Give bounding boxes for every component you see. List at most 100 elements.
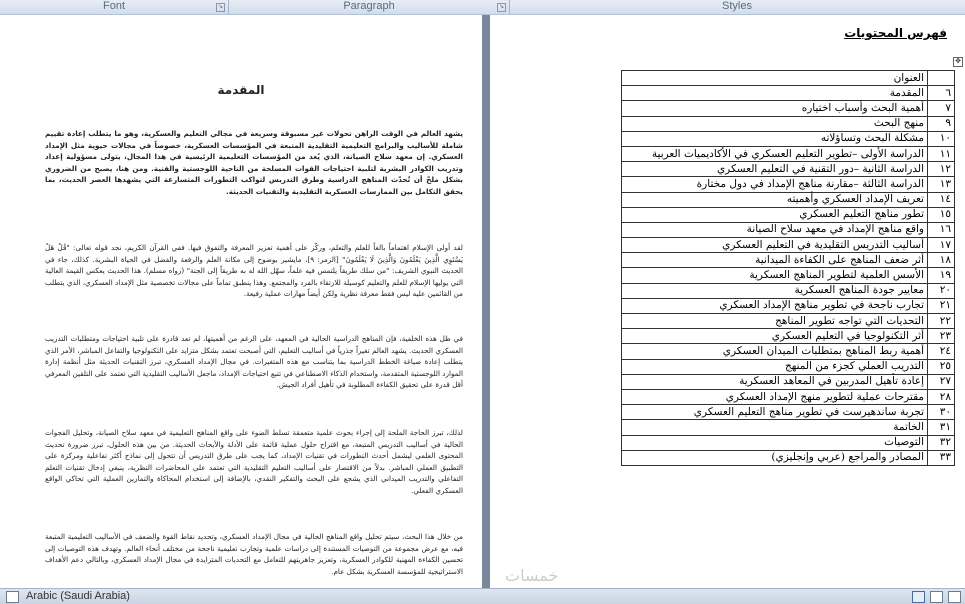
toc-row[interactable]: ١٥ تطور مناهج التعليم العسكري bbox=[621, 206, 955, 223]
toc-page-number: ٣١ bbox=[927, 419, 955, 436]
toc-entry-title: الدراسة الثانية –دور التقنية في التعليم … bbox=[621, 161, 928, 178]
toc-row[interactable]: ٦ المقدمة bbox=[621, 85, 955, 102]
toc-table[interactable]: العنوان ٦ المقدمة ٧ أهمية البحث وأسباب اختيا… bbox=[621, 69, 955, 466]
toc-page-number: ١٥ bbox=[927, 206, 955, 223]
toc-entry-title: التحديات التي تواجه تطوير المناهج bbox=[621, 312, 928, 330]
toc-entry-title: تجربة ساندهيرست في تطوير مناهج التعليم ا… bbox=[621, 404, 928, 421]
toc-entry-title: معايير جودة المناهج العسكرية bbox=[621, 282, 928, 299]
page-gutter bbox=[482, 15, 490, 588]
ribbon-group-styles-label: Styles bbox=[722, 0, 752, 12]
toc-entry-title: تطور مناهج التعليم العسكري bbox=[621, 206, 928, 223]
ribbon-group-font-label: Font bbox=[102, 0, 125, 12]
toc-entry-title: الدراسة الثالثة –مقارنة مناهج الإمداد في… bbox=[621, 176, 928, 193]
toc-row[interactable]: ٢٤ أهمية ربط المناهج بمتطلبات الميدان الع… bbox=[621, 343, 955, 360]
toc-page-number: ١٨ bbox=[927, 252, 955, 269]
toc-page-number: ٢٣ bbox=[927, 328, 955, 345]
toc-row[interactable]: ١٧ أساليب التدريس التقليدية في التعليم ال… bbox=[621, 237, 955, 254]
toc-row[interactable]: ١٠ مشكلة البحث وتساؤلاته bbox=[621, 130, 955, 147]
watermark-logo: خمسات bbox=[505, 566, 559, 585]
toc-row[interactable]: ٢٢ التحديات التي تواجه تطوير المناهج bbox=[621, 312, 955, 330]
toc-row[interactable]: ٣٣ المصادر والمراجع (عربي وإنجليزي) bbox=[621, 449, 955, 466]
toc-row[interactable]: ٢٣ أثر التكنولوجيا في التعليم العسكري bbox=[621, 328, 955, 345]
document-page-introduction[interactable]: المقدمة يشهد العالم في الوقت الراهن تحول… bbox=[0, 15, 482, 588]
toc-page-number: ١١ bbox=[927, 145, 955, 163]
font-dialog-launcher-icon[interactable]: ↘ bbox=[216, 3, 225, 12]
toc-page-number: ٦ bbox=[927, 85, 955, 102]
toc-page-number: ٣٣ bbox=[927, 449, 955, 466]
toc-page-number: ٣٠ bbox=[927, 404, 955, 421]
toc-page-number: ١٣ bbox=[927, 176, 955, 193]
toc-row[interactable]: العنوان bbox=[621, 69, 955, 87]
toc-page-number: ٢٠ bbox=[927, 282, 955, 299]
ribbon-group-bar: Font ↘ Paragraph ↘ Styles bbox=[0, 0, 965, 15]
toc-entry-title: تجارب ناجحة في تطوير مناهج الإمداد العسك… bbox=[621, 297, 928, 315]
paragraph-1: يشهد العالم في الوقت الراهن تحولات غير م… bbox=[45, 129, 463, 196]
toc-page-number: ١٧ bbox=[927, 237, 955, 254]
web-layout-icon[interactable] bbox=[948, 591, 961, 603]
toc-entry-title: مشكلة البحث وتساؤلاته bbox=[621, 130, 928, 147]
toc-entry-title: الأسس العلمية لتطوير المناهج العسكرية bbox=[621, 267, 928, 284]
toc-entry-title: المصادر والمراجع (عربي وإنجليزي) bbox=[621, 449, 928, 466]
toc-row[interactable]: ١٩ الأسس العلمية لتطوير المناهج العسكرية bbox=[621, 267, 955, 284]
toc-page-number bbox=[927, 69, 955, 87]
toc-entry-title: أثر التكنولوجيا في التعليم العسكري bbox=[621, 328, 928, 345]
toc-row[interactable]: ١٢ الدراسة الثانية –دور التقنية في التعلي… bbox=[621, 161, 955, 178]
toc-row[interactable]: ١٤ تعريف الإمداد العسكري وأهميته bbox=[621, 191, 955, 208]
toc-page-number: ٢٢ bbox=[927, 312, 955, 330]
toc-heading: فهرس المحتويات bbox=[844, 26, 947, 40]
toc-entry-title: أساليب التدريس التقليدية في التعليم العس… bbox=[621, 237, 928, 254]
print-layout-icon[interactable] bbox=[912, 591, 925, 603]
toc-entry-title: المقدمة bbox=[621, 85, 928, 102]
full-screen-reading-icon[interactable] bbox=[930, 591, 943, 603]
toc-page-number: ١٦ bbox=[927, 221, 955, 239]
table-move-handle-icon[interactable]: ✥ bbox=[953, 57, 963, 67]
paragraph-3: في ظل هذه الخلفية، فإن المناهج الدراسية … bbox=[45, 334, 463, 390]
status-bar: Arabic (Saudi Arabia) bbox=[0, 588, 965, 604]
toc-page-number: ١٤ bbox=[927, 191, 955, 208]
toc-row[interactable]: ٣٠ تجربة ساندهيرست في تطوير مناهج التعليم… bbox=[621, 404, 955, 421]
toc-entry-title: أهمية ربط المناهج بمتطلبات الميدان العسك… bbox=[621, 343, 928, 360]
toc-entry-title: الخاتمة bbox=[621, 419, 928, 436]
toc-page-number: ١٩ bbox=[927, 267, 955, 284]
toc-entry-title: أهمية البحث وأسباب اختياره bbox=[621, 100, 928, 117]
toc-row[interactable]: ٢٠ معايير جودة المناهج العسكرية bbox=[621, 282, 955, 299]
toc-page-number: ٢٤ bbox=[927, 343, 955, 360]
toc-entry-title: مقترحات عملية لتطوير منهج الإمداد العسكر… bbox=[621, 388, 928, 406]
toc-row[interactable]: ١٨ أثر ضعف المناهج على الكفاءة الميدانية bbox=[621, 252, 955, 269]
toc-row[interactable]: ٣٢ التوصيات bbox=[621, 434, 955, 451]
toc-entry-title: التدريب العملي كجزء من المنهج bbox=[621, 358, 928, 375]
toc-row[interactable]: ٢١ تجارب ناجحة في تطوير مناهج الإمداد الع… bbox=[621, 297, 955, 315]
toc-entry-title: التوصيات bbox=[621, 434, 928, 451]
toc-page-number: ٣٢ bbox=[927, 434, 955, 451]
toc-page-number: ١٢ bbox=[927, 161, 955, 178]
toc-entry-title: منهج البحث bbox=[621, 115, 928, 132]
toc-page-number: ٢١ bbox=[927, 297, 955, 315]
language-indicator[interactable]: Arabic (Saudi Arabia) bbox=[26, 590, 130, 602]
toc-page-number: ٢٧ bbox=[927, 373, 955, 390]
ribbon-group-paragraph-label: Paragraph bbox=[343, 0, 395, 12]
ribbon-group-styles: Styles bbox=[510, 0, 964, 14]
document-page-toc[interactable]: فهرس المحتويات ✥ العنوان ٦ المقدمة ٧ أهمية ا… bbox=[490, 15, 965, 588]
toc-page-number: ٢٨ bbox=[927, 388, 955, 406]
toc-row[interactable]: ٣١ الخاتمة bbox=[621, 419, 955, 436]
paragraph-4: لذلك، تبرز الحاجة الملحة إلى إجراء بحوث … bbox=[45, 428, 463, 495]
toc-row[interactable]: ٢٨ مقترحات عملية لتطوير منهج الإمداد العس… bbox=[621, 388, 955, 406]
toc-entry-title: أثر ضعف المناهج على الكفاءة الميدانية bbox=[621, 252, 928, 269]
toc-page-number: ٧ bbox=[927, 100, 955, 117]
language-proofing-icon[interactable] bbox=[6, 591, 19, 603]
toc-row[interactable]: ٩ منهج البحث bbox=[621, 115, 955, 132]
paragraph-dialog-launcher-icon[interactable]: ↘ bbox=[497, 3, 506, 12]
toc-entry-title: العنوان bbox=[621, 69, 928, 87]
toc-row[interactable]: ١٦ واقع مناهج الإمداد في معهد سلاح الصيان… bbox=[621, 221, 955, 239]
toc-page-number: ٢٥ bbox=[927, 358, 955, 375]
ribbon-group-font: Font ↘ bbox=[0, 0, 229, 14]
ribbon-group-paragraph: Paragraph ↘ bbox=[229, 0, 510, 14]
toc-page-number: ٩ bbox=[927, 115, 955, 132]
toc-row[interactable]: ٢٥ التدريب العملي كجزء من المنهج bbox=[621, 358, 955, 375]
toc-row[interactable]: ٧ أهمية البحث وأسباب اختياره bbox=[621, 100, 955, 117]
toc-entry-title: الدراسة الأولى –تطوير التعليم العسكري في… bbox=[621, 145, 928, 163]
toc-row[interactable]: ٢٧ إعادة تأهيل المدربين في المعاهد العسكر… bbox=[621, 373, 955, 390]
toc-row[interactable]: ١٣ الدراسة الثالثة –مقارنة مناهج الإمداد … bbox=[621, 176, 955, 193]
page-title: المقدمة bbox=[217, 83, 265, 97]
toc-row[interactable]: ١١ الدراسة الأولى –تطوير التعليم العسكري … bbox=[621, 145, 955, 163]
